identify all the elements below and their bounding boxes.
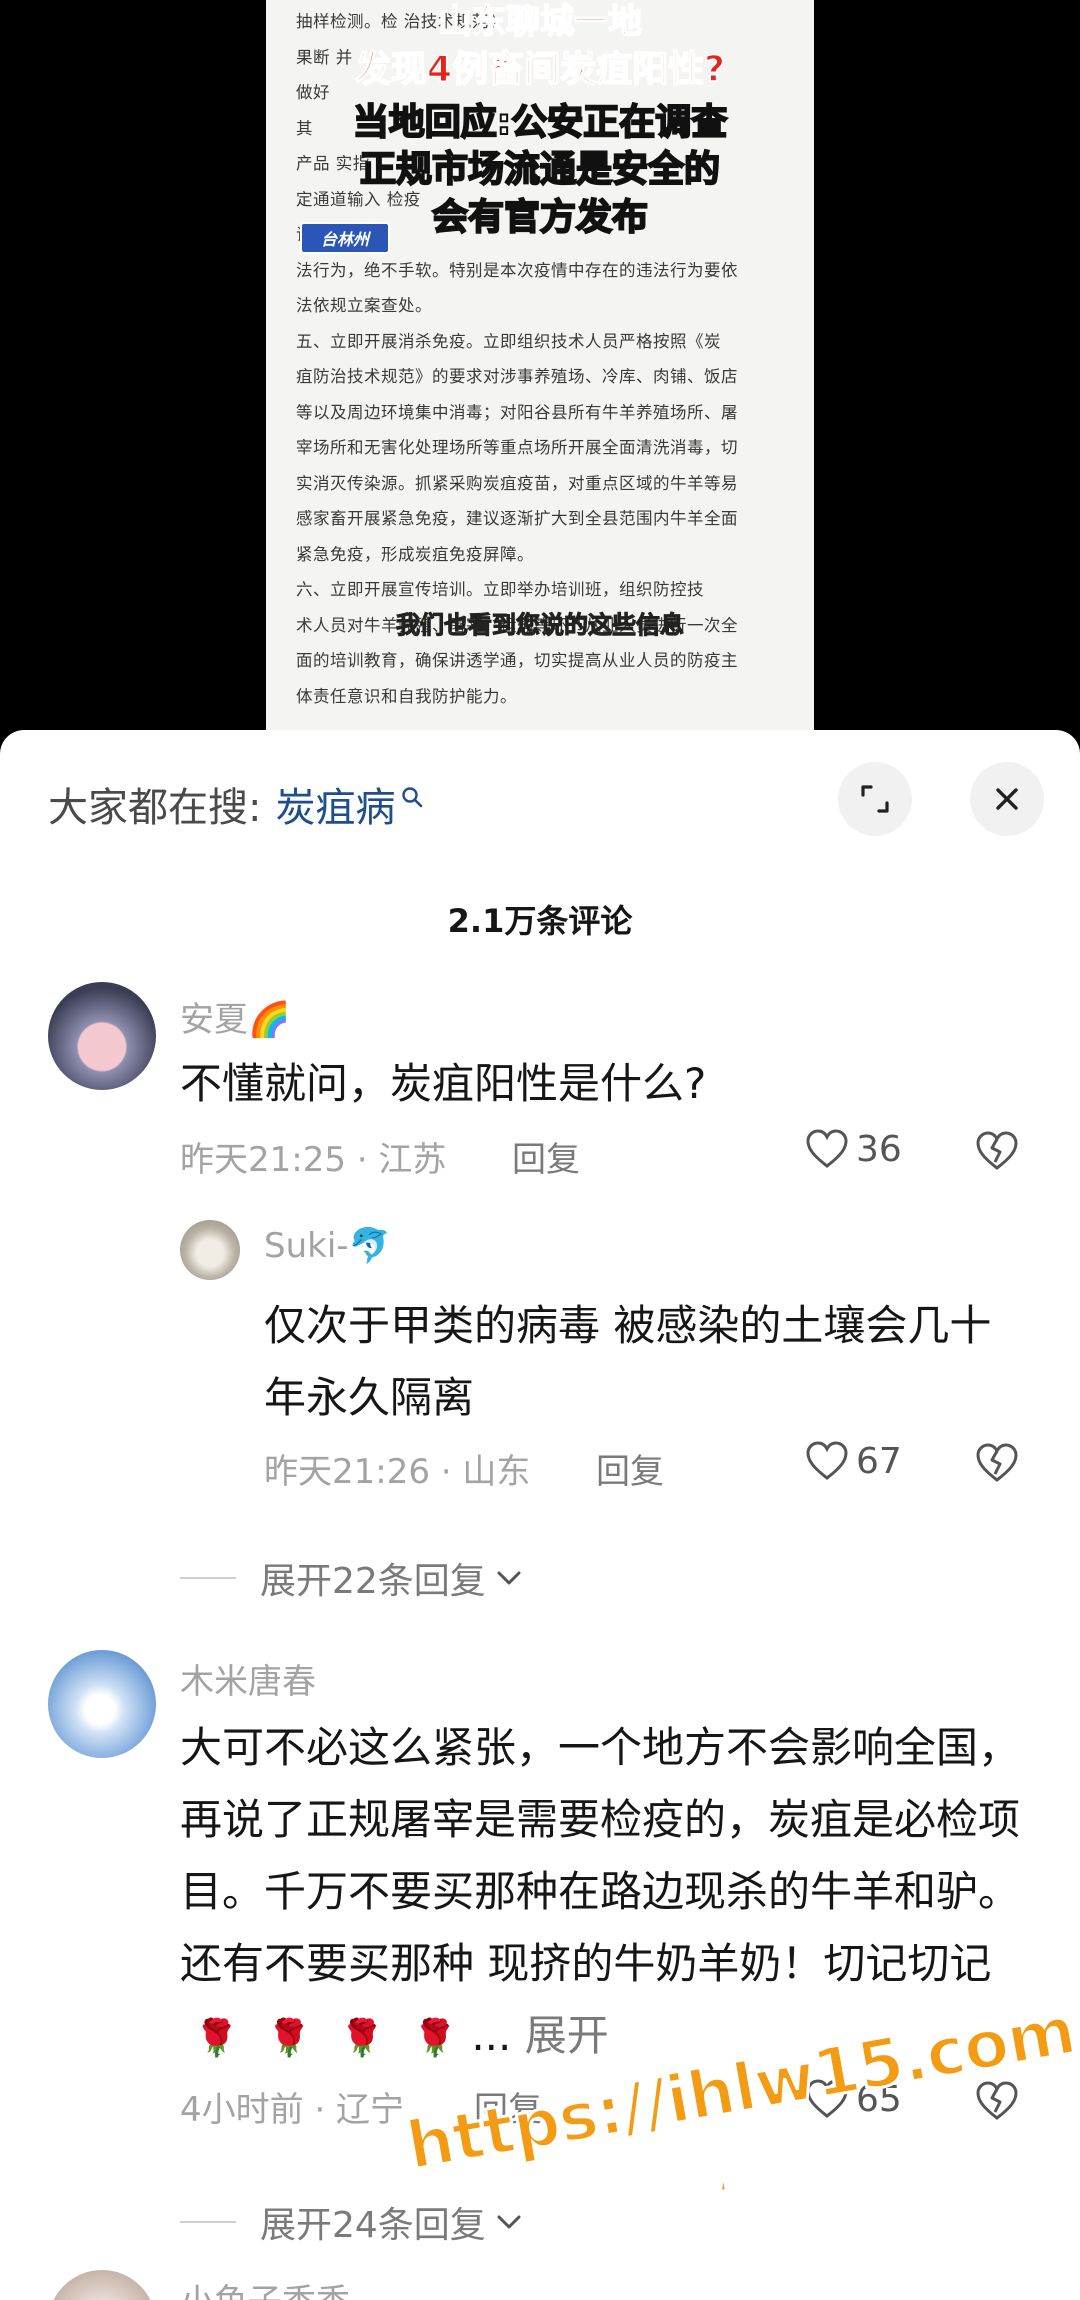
document-line: 法行为，绝不手软。特别是本次疫情中存在的违法行为要依: [296, 260, 738, 280]
video-player[interactable]: 抽样检测。检 治技术规范》 果断 并做好 其产品 实指 定通道输入 检疫 法行为…: [0, 0, 1080, 735]
comment-time-location: 4小时前 · 辽宁: [180, 2090, 405, 2130]
search-icon: [402, 787, 423, 808]
chevron-down-icon: [497, 1571, 521, 1585]
document-line: 面的培训教育，确保讲透学通，切实提高从业人员的防疫主: [296, 651, 738, 670]
expand-replies-button[interactable]: 展开24条回复: [180, 2196, 524, 2248]
rose-emoji: 🌹: [194, 2018, 239, 2059]
comment-time-location: 昨天21:25 · 江苏: [180, 1140, 447, 1180]
comment-author[interactable]: 安夏🌈: [180, 992, 290, 1041]
comment-text-body: 大可不必这么紧张，一个地方不会影响全国，再说了正规屠宰是需要检疫的，炭疽是必检项…: [180, 1723, 1021, 1988]
video-title-line-2: 发现4例畜间炭疽阳性?: [354, 48, 725, 91]
close-button[interactable]: [970, 762, 1044, 836]
document-line: 六、立即开展宣传培训。立即举办培训班，组织防控技: [296, 580, 704, 599]
video-title-line-1: 山东聊城一地: [437, 1, 643, 43]
avatar[interactable]: [48, 1650, 156, 1758]
dislike-icon[interactable]: [974, 1130, 1020, 1172]
close-icon: [996, 788, 1018, 810]
comment-author[interactable]: 小鱼子香香: [180, 2274, 350, 2300]
document-line: 疽防治技术规范》的要求对涉事养殖场、冷库、肉铺、饭店: [296, 367, 738, 386]
reply-button[interactable]: 回复: [474, 2082, 542, 2131]
like-button[interactable]: 65: [804, 2078, 902, 2120]
video-title-line-4: 正规市场流通是安全的: [359, 148, 721, 191]
rose-emoji: 🌹: [412, 2018, 458, 2059]
like-button[interactable]: 67: [804, 1440, 902, 1482]
expand-button[interactable]: [838, 762, 912, 836]
divider: [180, 1577, 236, 1579]
chevron-down-icon: [497, 2215, 521, 2229]
heart-icon: [806, 1129, 848, 1168]
expand-text-link[interactable]: 展开: [525, 2011, 609, 2060]
expand-replies-button[interactable]: 展开22条回复: [180, 1552, 524, 1604]
reply-button[interactable]: 回复: [596, 1444, 664, 1493]
trending-search-label: 大家都在搜:: [48, 785, 262, 831]
rose-emoji: 🌹: [339, 2018, 385, 2059]
divider: [180, 2221, 236, 2223]
document-line: 法依规立案查处。: [296, 296, 432, 315]
like-button[interactable]: 36: [804, 1128, 902, 1170]
expand-replies-label: 展开24条回复: [260, 2205, 486, 2246]
comment-author[interactable]: 木米唐春: [180, 1654, 316, 1703]
comment-text[interactable]: 大可不必这么紧张，一个地方不会影响全国，再说了正规屠宰是需要检疫的，炭疽是必检项…: [180, 1712, 1020, 2075]
comment-time-location: 昨天21:26 · 山东: [264, 1452, 531, 1492]
rose-emoji: 🌹: [266, 2018, 312, 2059]
reply-button[interactable]: 回复: [512, 1132, 580, 1181]
avatar[interactable]: [48, 982, 156, 1090]
avatar[interactable]: [48, 2270, 156, 2300]
like-count: 67: [856, 1440, 902, 1482]
comment-author[interactable]: Suki-🐬: [264, 1226, 391, 1266]
dislike-icon[interactable]: [974, 1442, 1020, 1484]
comment-sheet: 大家都在搜: 炭疽病 2.1万条评论 安夏🌈 不懂就问，炭疽阳性是什么? 昨天2…: [0, 730, 1080, 2300]
document-line: 紧急免疫，形成炭疽免疫屏障。: [296, 544, 534, 564]
document-line: 宰场所和无害化处理场所等重点场所开展全面清洗消毒，切: [296, 438, 738, 457]
like-count: 36: [856, 1128, 902, 1170]
comment-count: 2.1万条评论: [447, 902, 633, 940]
document-line: 等以及周边环境集中消毒；对阳谷县所有牛羊养殖场所、屠: [296, 402, 738, 422]
trending-search-term[interactable]: 炭疽病: [275, 775, 395, 833]
heart-icon: [806, 2079, 848, 2118]
document-line: 感家畜开展紧急免疫，建议逐渐扩大到全县范围内牛羊全面: [296, 509, 738, 528]
heart-icon: [806, 1441, 848, 1480]
expand-icon: [861, 785, 889, 813]
document-line: 实消灭传染源。抓紧采购炭疽疫苗，对重点区域的牛羊等易: [296, 473, 738, 493]
avatar[interactable]: [180, 1220, 240, 1280]
like-count: 65: [856, 2078, 902, 2120]
video-title-line-3: 当地回应:公安正在调查: [352, 101, 728, 144]
dislike-icon[interactable]: [974, 2080, 1020, 2122]
comment-text[interactable]: 仅次于甲类的病毒 被感染的土壤会几十年永久隔离: [264, 1290, 1004, 1434]
news-logo: 台林州: [300, 222, 390, 254]
video-subtitle: 我们也看到您说的这些信息: [396, 611, 685, 640]
document-line: 体责任意识和自我防护能力。: [296, 686, 517, 706]
document-line: 五、立即开展消杀免疫。立即组织技术人员严格按照《炭: [296, 331, 721, 351]
comment-text[interactable]: 不懂就问，炭疽阳性是什么?: [180, 1048, 980, 1120]
video-title-line-5: 会有官方发布: [431, 196, 649, 239]
expand-replies-label: 展开22条回复: [260, 1561, 486, 1602]
ellipsis: ...: [471, 2011, 512, 2060]
trending-search[interactable]: 大家都在搜: 炭疽病: [48, 774, 423, 834]
